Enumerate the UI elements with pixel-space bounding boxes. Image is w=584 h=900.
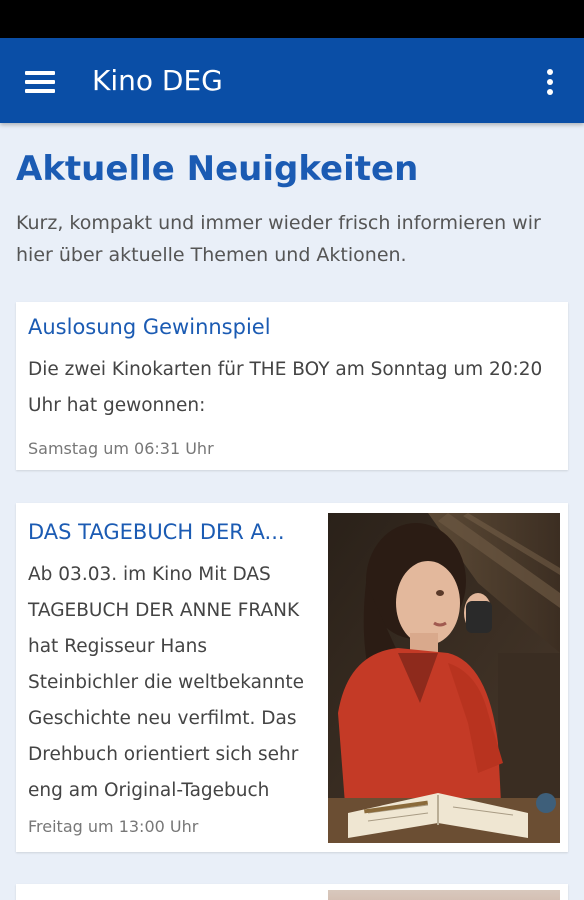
page-title: Aktuelle Neuigkeiten: [16, 149, 419, 189]
overflow-menu-button[interactable]: [532, 60, 568, 104]
app-title: Kino DEG: [92, 64, 223, 97]
menu-button[interactable]: [14, 56, 66, 108]
hamburger-menu-icon: [25, 71, 55, 93]
more-vert-icon: [547, 69, 553, 75]
movie-still-image: [328, 513, 560, 843]
news-text: Die zwei Kinokarten für THE BOY am Sonnt…: [28, 359, 543, 416]
news-date: Samstag um 06:31 Uhr: [28, 439, 214, 458]
app-bar: Kino DEG: [0, 38, 584, 123]
news-image[interactable]: [328, 890, 560, 900]
news-title[interactable]: Auslosung Gewinnspiel: [28, 312, 271, 342]
news-card[interactable]: DAS TAGEBUCH DER A... Ab 03.03. im Kino …: [16, 503, 568, 852]
status-bar: [0, 0, 584, 38]
news-title[interactable]: DAS TAGEBUCH DER A...: [28, 517, 318, 547]
news-text: Ab 03.03. im Kino Mit DAS TAGEBUCH DER A…: [28, 564, 305, 801]
news-card[interactable]: [16, 884, 568, 900]
page-intro: Kurz, kompakt und immer wieder frisch in…: [16, 212, 541, 266]
news-image[interactable]: [328, 513, 560, 843]
news-date: Freitag um 13:00 Uhr: [28, 817, 199, 836]
news-card[interactable]: Auslosung Gewinnspiel Die zwei Kinokarte…: [16, 302, 568, 470]
